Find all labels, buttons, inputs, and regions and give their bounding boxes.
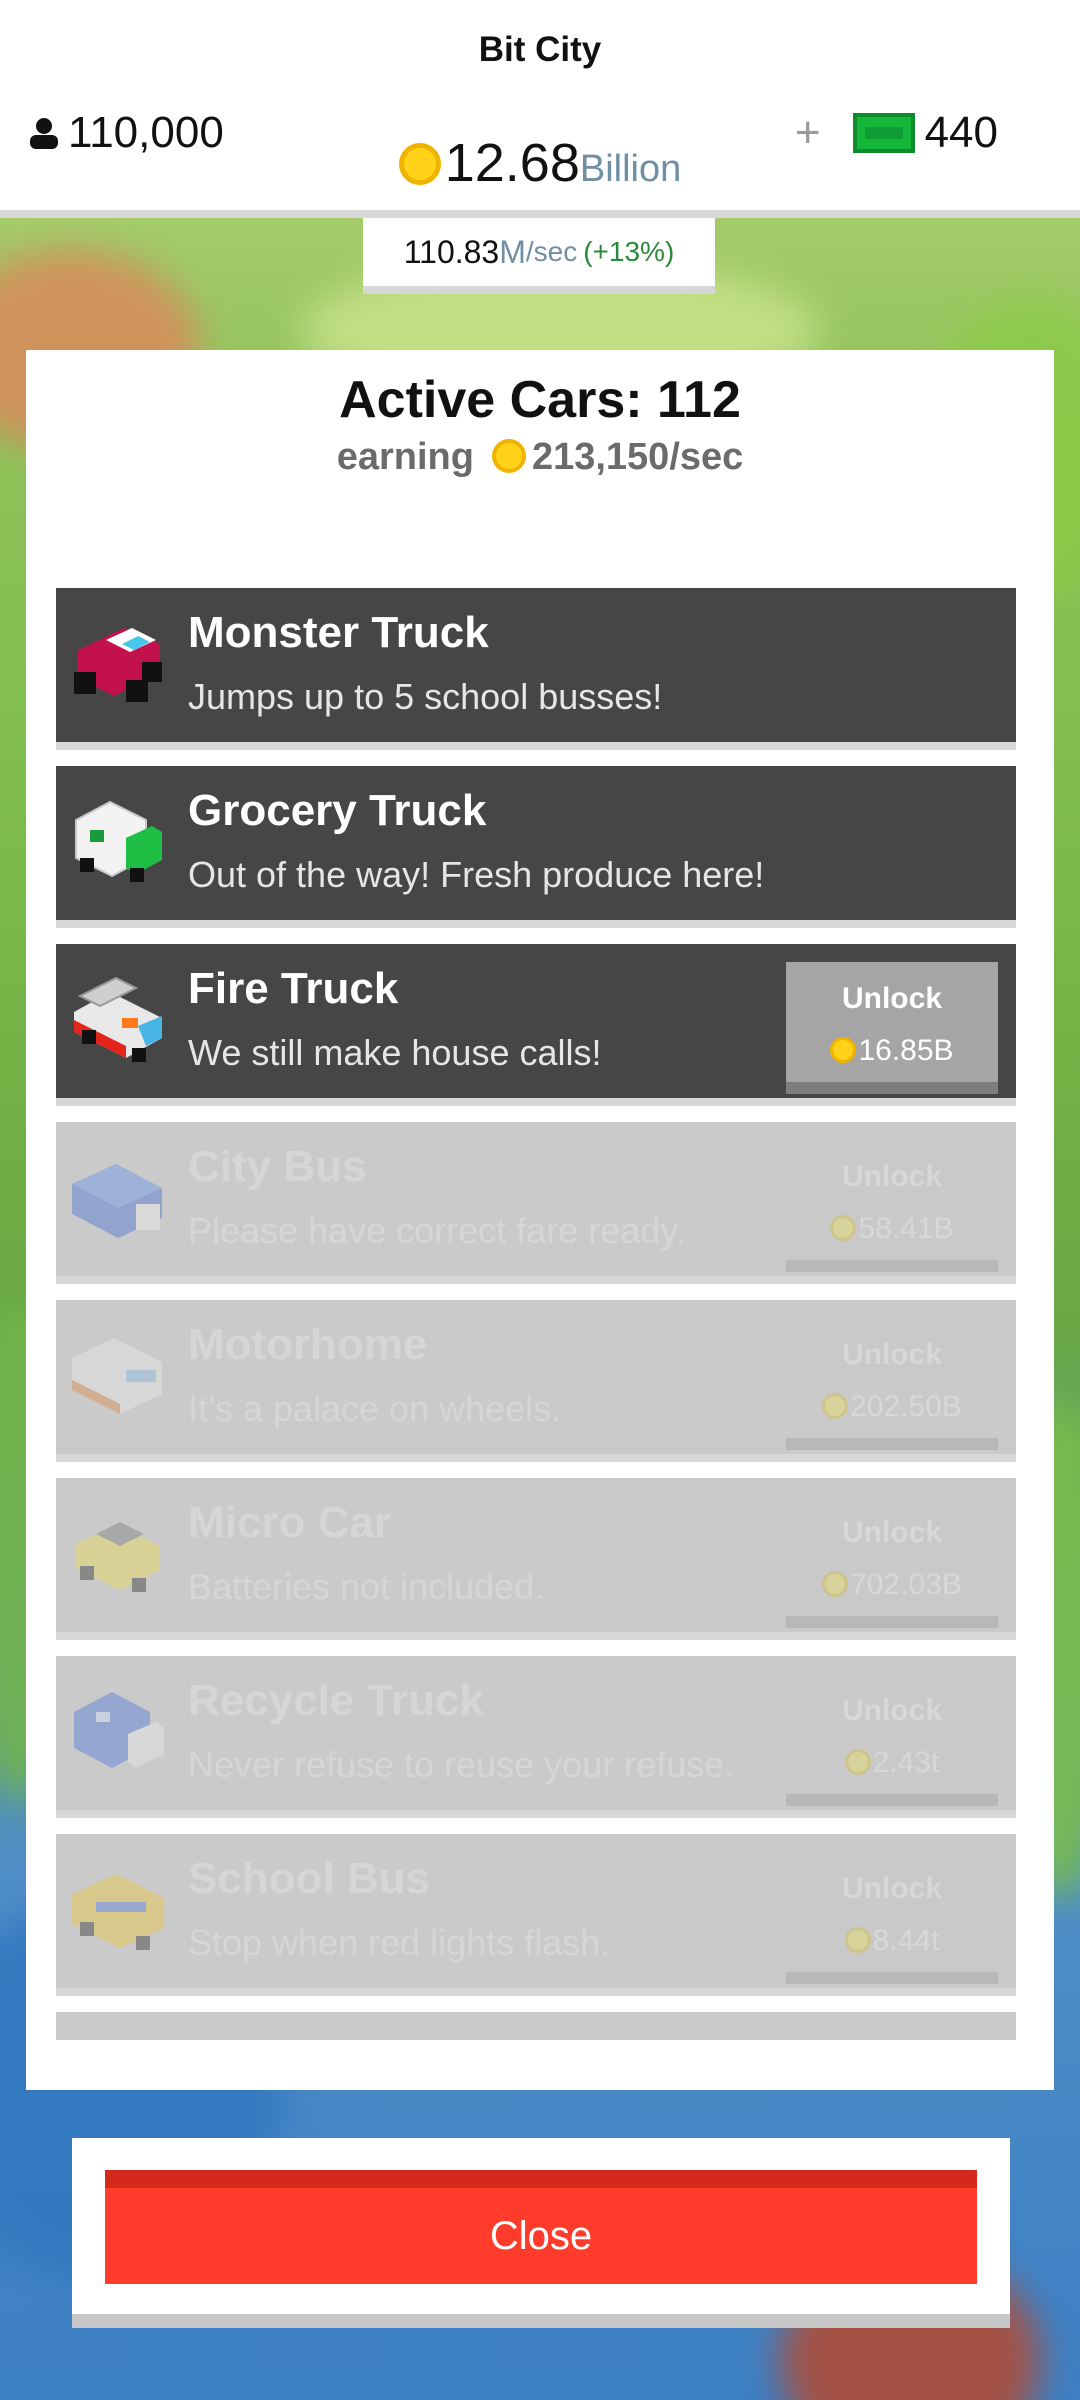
close-button[interactable]: Close (105, 2170, 977, 2284)
car-row-city-bus[interactable]: City Bus Please have correct fare ready.… (56, 1122, 1016, 1284)
unlock-button[interactable]: Unlock 58.41B (786, 1140, 998, 1272)
car-name: Micro Car (188, 1498, 391, 1547)
earning-label: earning (336, 436, 474, 478)
unlock-label: Unlock (841, 1338, 943, 1371)
rate-suffix: /sec (525, 236, 578, 267)
price-value: 202.50B (850, 1390, 962, 1423)
coin-unit: Billion (579, 148, 682, 190)
car-name: Grocery Truck (188, 786, 487, 835)
car-description: Stop when red lights flash. (188, 1922, 611, 1963)
car-description: Batteries not included. (188, 1566, 545, 1607)
rate-unit: M (499, 233, 526, 270)
grocery-truck-icon (75, 800, 162, 882)
price-value: 16.85B (858, 1034, 954, 1067)
cash-counter[interactable]: + 440 (795, 108, 998, 158)
car-description: We still make house calls! (188, 1032, 602, 1073)
car-row-motorhome[interactable]: Motorhome It's a palace on wheels. Unloc… (56, 1300, 1016, 1462)
earning-line: earning 213,150/sec (26, 436, 1054, 479)
city-bus-icon (72, 1164, 162, 1238)
unlock-label: Unlock (841, 1160, 943, 1193)
coin-icon (844, 1927, 871, 1953)
price-value: 2.43t (872, 1746, 940, 1779)
car-description: It's a palace on wheels. (188, 1388, 562, 1429)
panel-title: Active Cars: 112 (339, 371, 741, 429)
car-name: Recycle Truck (188, 1676, 484, 1725)
cash-value: 440 (924, 108, 998, 157)
car-description: Never refuse to reuse your refuse. (188, 1744, 735, 1785)
close-bar: Close (72, 2138, 1010, 2328)
car-name: Motorhome (188, 1320, 428, 1369)
motorhome-icon (72, 1338, 162, 1414)
monster-truck-icon (74, 628, 162, 702)
price-value: 702.03B (850, 1568, 962, 1601)
city-title: Bit City (478, 30, 602, 69)
coin-value: 12.68 (444, 133, 580, 193)
active-cars-panel: Active Cars: 112 earning 213,150/sec Mons… (26, 350, 1054, 2090)
unlock-button[interactable]: Unlock 16.85B (786, 962, 998, 1094)
rate-bonus: (+13%) (583, 236, 675, 267)
car-name: Monster Truck (188, 608, 489, 657)
car-name: Fire Truck (188, 964, 399, 1013)
micro-car-icon (76, 1522, 160, 1592)
unlock-button[interactable]: Unlock 2.43t (786, 1674, 998, 1806)
car-name: School Bus (188, 1854, 431, 1903)
price-value: 8.44t (872, 1924, 940, 1957)
school-bus-icon (72, 1874, 164, 1950)
income-rate: 110.83 M/sec (+13%) (363, 218, 715, 294)
car-description: Please have correct fare ready. (188, 1210, 686, 1251)
car-row-monster-truck[interactable]: Monster Truck Jumps up to 5 school busse… (56, 588, 1016, 750)
earning-value: 213,150/sec (531, 436, 744, 478)
recycle-truck-icon (74, 1692, 164, 1768)
car-row-fire-truck[interactable]: Fire Truck We still make house calls! Un… (56, 944, 1016, 1106)
car-name: City Bus (188, 1142, 367, 1191)
unlock-price: 2.43t (786, 1746, 998, 1780)
unlock-price: 8.44t (786, 1924, 998, 1958)
coin-icon (491, 439, 526, 473)
unlock-label: Unlock (841, 1694, 943, 1727)
coin-icon (398, 143, 441, 185)
coin-icon (830, 1037, 857, 1063)
rate-value: 110.83 (403, 233, 500, 270)
unlock-price: 58.41B (786, 1212, 998, 1246)
coin-icon (844, 1749, 871, 1775)
price-value: 58.41B (858, 1212, 954, 1245)
unlock-button[interactable]: Unlock 8.44t (786, 1852, 998, 1984)
unlock-button[interactable]: Unlock 202.50B (786, 1318, 998, 1450)
unlock-label: Unlock (841, 982, 943, 1015)
car-list[interactable]: Monster Truck Jumps up to 5 school busse… (56, 588, 1016, 2040)
car-description: Jumps up to 5 school busses! (188, 676, 663, 717)
car-row-recycle-truck[interactable]: Recycle Truck Never refuse to reuse your… (56, 1656, 1016, 1818)
car-description: Out of the way! Fresh produce here! (188, 854, 765, 895)
cash-icon (852, 113, 915, 153)
car-row-partial[interactable] (56, 2012, 1016, 2040)
unlock-button[interactable]: Unlock 702.03B (786, 1496, 998, 1628)
car-row-grocery-truck[interactable]: Grocery Truck Out of the way! Fresh prod… (56, 766, 1016, 928)
car-row-school-bus[interactable]: School Bus Stop when red lights flash. U… (56, 1834, 1016, 1996)
unlock-price: 702.03B (786, 1568, 998, 1602)
fire-truck-icon (74, 976, 162, 1062)
coin-icon (822, 1571, 849, 1597)
unlock-label: Unlock (841, 1516, 943, 1549)
add-cash-icon[interactable]: + (795, 108, 821, 158)
unlock-label: Unlock (841, 1872, 943, 1905)
top-bar: Bit City 110,000 12.68Billion + 440 (0, 0, 1080, 218)
car-row-micro-car[interactable]: Micro Car Batteries not included. Unlock… (56, 1478, 1016, 1640)
coin-icon (830, 1215, 857, 1241)
coin-icon (822, 1393, 849, 1419)
unlock-price: 16.85B (786, 1034, 998, 1068)
unlock-price: 202.50B (786, 1390, 998, 1424)
